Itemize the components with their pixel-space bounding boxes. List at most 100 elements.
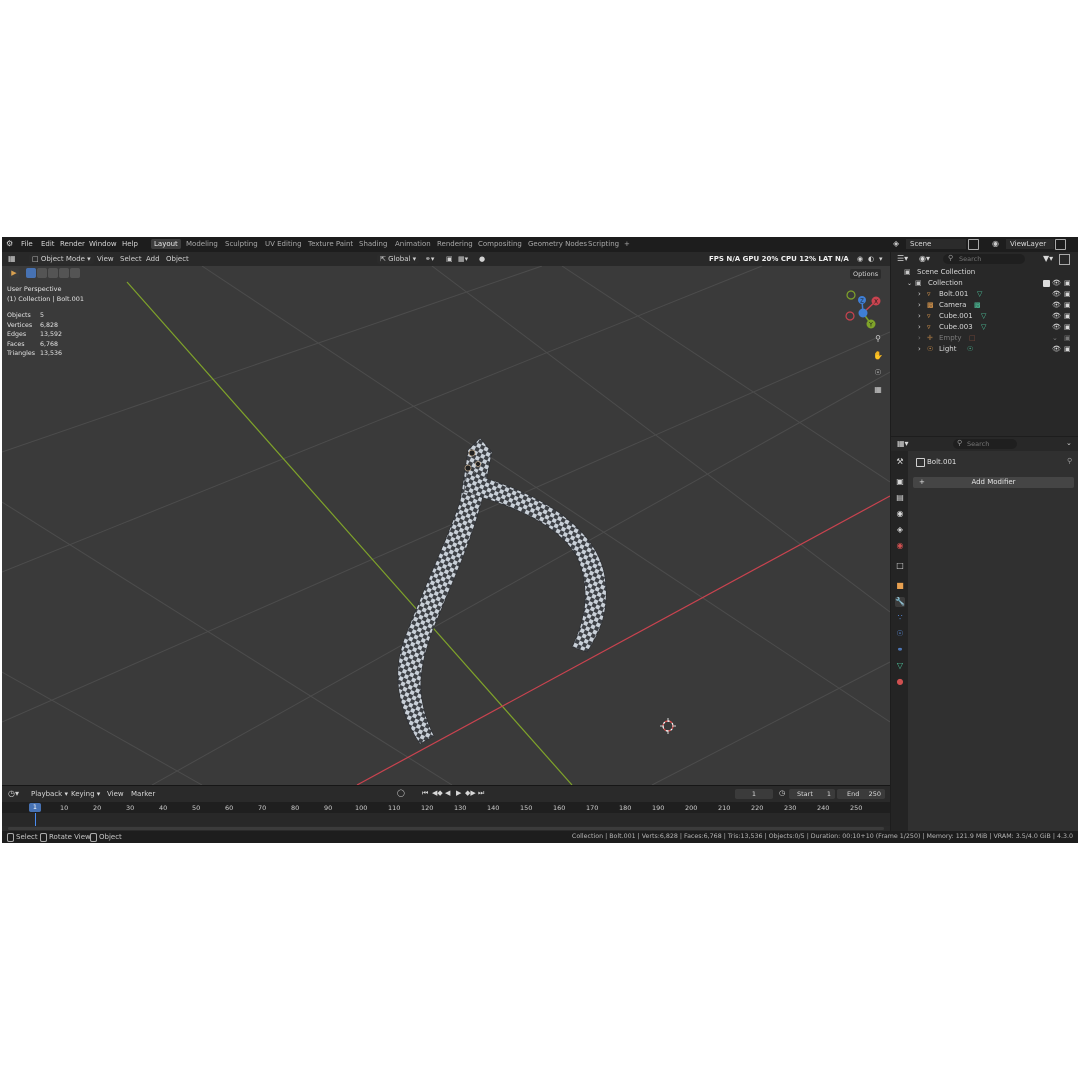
play-reverse-icon[interactable]: ◀ [445,789,450,797]
shading-dropdown-icon[interactable]: ▾ [879,254,883,264]
physics-tab-icon[interactable]: ☉ [895,629,905,639]
panel-options-icon[interactable]: ⌄ [1066,439,1072,447]
tab-shading[interactable]: Shading [356,239,390,249]
shading-rendered-icon[interactable]: ◐ [868,254,874,264]
outliner-item[interactable]: › ☉ Light ☉ 👁 ▣ [891,344,1078,355]
tab-sculpting[interactable]: Sculpting [222,239,261,249]
mode-dropdown[interactable]: □ Object Mode ▾ [29,254,94,264]
menu-window[interactable]: Window [89,240,117,248]
view-layer-tab-icon[interactable]: ◉ [895,509,905,519]
timeline-menu-marker[interactable]: Marker [131,790,155,798]
new-view-layer-icon[interactable] [1055,239,1066,250]
keyframe-track[interactable] [2,813,890,826]
zoom-icon[interactable]: ⚲ [872,333,884,345]
constraints-tab-icon[interactable]: ⚭ [895,645,905,655]
blender-logo-icon[interactable]: ⚙ [6,239,13,248]
select-mode-new-icon[interactable] [26,268,36,278]
select-mode-invert-icon[interactable] [59,268,69,278]
tab-rendering[interactable]: Rendering [434,239,476,249]
new-collection-icon[interactable] [1059,254,1070,265]
visibility-eye-icon[interactable]: 👁 [1052,322,1061,333]
expand-chevron-icon[interactable]: › [918,300,921,311]
visibility-eye-icon[interactable]: 👁 [1052,289,1061,300]
bolt-object[interactable] [397,437,607,745]
menu-help[interactable]: Help [122,240,138,248]
prev-keyframe-icon[interactable]: ◀◆ [432,789,443,797]
select-tool-icon[interactable]: ▶ [9,268,19,278]
tab-uv-editing[interactable]: UV Editing [262,239,305,249]
render-camera-icon[interactable]: ▣ [1064,289,1071,300]
outliner-item[interactable]: › ✚ Empty □ ⌄ ▣ [891,333,1078,344]
ortho-grid-icon[interactable]: ▦ [872,384,884,396]
output-tab-icon[interactable]: ▤ [895,493,905,503]
tab-scripting[interactable]: Scripting [585,239,622,249]
tab-texture-paint[interactable]: Texture Paint [305,239,356,249]
tab-animation[interactable]: Animation [392,239,434,249]
render-camera-icon[interactable]: ▣ [1064,344,1071,355]
scene-selector[interactable]: Scene [906,239,966,249]
render-tab-icon[interactable]: ▣ [895,477,905,487]
jump-start-icon[interactable]: ⏮ [422,789,428,798]
expand-chevron-icon[interactable]: › [918,289,921,300]
outliner-editor-icon[interactable]: ☰▾ [897,254,908,263]
3d-viewport[interactable]: ▦ □ Object Mode ▾ View Select Add Object… [2,252,890,785]
visibility-eye-icon[interactable]: 👁 [1052,278,1061,289]
options-dropdown[interactable]: Options [850,269,882,279]
current-frame-field[interactable]: 1 [735,789,773,799]
end-frame-field[interactable]: End 250 [837,789,885,799]
timeline-menu-keying[interactable]: Keying ▾ [71,790,100,798]
timeline-menu-playback[interactable]: Playback ▾ [31,790,68,798]
data-tab-icon[interactable]: ▽ [895,661,905,671]
pin-icon[interactable]: ⚲ [1067,457,1072,465]
add-workspace-button[interactable]: + [621,239,633,249]
viewport-menu-object[interactable]: Object [166,254,189,264]
properties-search-input[interactable]: Search [953,439,1017,449]
auto-key-icon[interactable]: ◯ [397,789,405,797]
tab-compositing[interactable]: Compositing [475,239,525,249]
outliner-item[interactable]: › ▿ Cube.001 ▽ 👁 ▣ [891,311,1078,322]
scene-collection-row[interactable]: ▣ Scene Collection [891,267,1078,278]
timeline[interactable]: ◷▾ Playback ▾ Keying ▾ View Marker ◯ ⏮ ◀… [2,785,890,832]
new-scene-icon[interactable] [968,239,979,250]
material-tab-icon[interactable]: ● [895,677,905,687]
tab-geometry-nodes[interactable]: Geometry Nodes [525,239,590,249]
start-frame-field[interactable]: Start 1 [789,789,835,799]
playhead-frame[interactable]: 1 [29,803,41,812]
editor-type-icon[interactable]: ▦ [8,254,16,264]
filter-icon[interactable]: ▼▾ [1043,254,1053,263]
expand-chevron-icon[interactable]: › [918,322,921,333]
viewport-menu-add[interactable]: Add [146,254,160,264]
collapse-chevron-icon[interactable]: ⌄ [907,278,912,289]
tab-layout[interactable]: Layout [151,239,181,249]
hidden-eye-icon[interactable]: ⌄ [1052,333,1058,344]
proportional-edit-icon[interactable]: ● [479,254,485,264]
exclude-checkbox[interactable] [1043,280,1050,287]
visibility-eye-icon[interactable]: 👁 [1052,300,1061,311]
particles-tab-icon[interactable]: ∵ [895,613,905,623]
tool-tab-icon[interactable]: ⚒ [895,457,905,467]
viewport-menu-select[interactable]: Select [120,254,142,264]
navigation-gizmo[interactable]: X Y Z [840,285,886,331]
timeline-menu-view[interactable]: View [107,790,124,798]
snap-icon[interactable]: ▣ [446,254,453,264]
object-tab-icon[interactable]: ■ [895,581,905,591]
next-keyframe-icon[interactable]: ◆▶ [465,789,476,797]
render-camera-icon[interactable]: ▣ [1064,278,1071,289]
scene-tab-icon[interactable]: ◈ [895,525,905,535]
select-mode-subtract-icon[interactable] [48,268,58,278]
modifier-wrench-icon[interactable]: 🔧 [895,597,905,607]
transform-orientation-dropdown[interactable]: ⇱ Global ▾ [377,254,420,264]
view-layer-selector[interactable]: ViewLayer [1006,239,1054,249]
outliner-search-input[interactable]: Search [943,254,1025,264]
world-tab-icon[interactable]: ◉ [895,541,905,551]
visibility-eye-icon[interactable]: 👁 [1052,344,1061,355]
expand-chevron-icon[interactable]: › [918,344,921,355]
render-camera-icon[interactable]: ▣ [1064,300,1071,311]
properties-editor-icon[interactable]: ▦▾ [897,439,909,448]
snap-target-icon[interactable]: ▦▾ [458,254,468,264]
outliner-item[interactable]: › ▿ Cube.003 ▽ 👁 ▣ [891,322,1078,333]
pan-hand-icon[interactable]: ✋ [872,350,884,362]
render-camera-icon[interactable]: ▣ [1064,322,1071,333]
3d-cursor-icon[interactable] [660,718,676,734]
menu-file[interactable]: File [21,240,33,248]
